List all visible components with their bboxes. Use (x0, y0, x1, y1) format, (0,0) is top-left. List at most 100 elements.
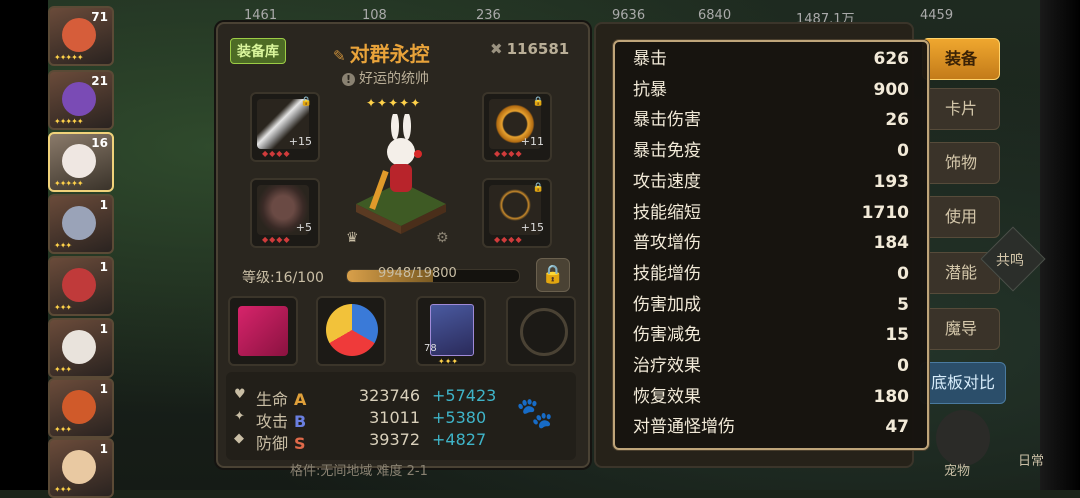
hero-card[interactable]: 71 ✦✦✦✦✦ (48, 6, 114, 66)
hero-card[interactable]: 21 ✦✦✦✦✦ (48, 70, 114, 130)
stat-val: 193 (873, 171, 910, 192)
hero-card[interactable]: 1 ✦✦✦ (48, 438, 114, 498)
stat-value: 323746 (358, 386, 420, 405)
compare-button[interactable]: 底板对比 (920, 362, 1006, 404)
stat-value: 31011 (369, 408, 420, 427)
accessory-slot[interactable] (506, 296, 576, 366)
hero-card[interactable]: 1 ✦✦✦ (48, 378, 114, 438)
stat-val: 180 (873, 386, 910, 407)
hero-list[interactable]: 71 ✦✦✦✦✦ 21 ✦✦✦✦✦ 16 ✦✦✦✦✦ 1 ✦✦✦ 1 ✦✦✦ 1… (48, 0, 118, 498)
daily-label[interactable]: 日常 (1018, 450, 1044, 469)
empty-accessory-icon (520, 308, 568, 356)
quality-dots: ◆◆◆◆ (262, 235, 291, 244)
hero-card-selected[interactable]: 16 ✦✦✦✦✦ (48, 132, 114, 192)
hero-level: 21 (91, 74, 108, 88)
stat-attack: ✦ 攻击 B 31011 +5380 (234, 408, 486, 432)
right-letterbox (1040, 0, 1080, 490)
necklace-slot[interactable]: 🔒 +15 ◆◆◆◆ (482, 178, 552, 248)
stat-row: 技能缩短 1710 (633, 198, 909, 228)
stat-row: 抗暴 900 (633, 75, 909, 105)
lock-icon: 🔒 (532, 97, 544, 107)
stat-val: 0 (897, 141, 909, 162)
hero-name[interactable]: ✎ 对群永控 (333, 38, 430, 67)
stat-key: 普攻增伤 (633, 233, 701, 254)
tab-equipment[interactable]: 装备 (922, 38, 1000, 80)
hero-portrait (62, 268, 96, 302)
crossed-swords-icon: ✖ (490, 40, 503, 58)
sword-icon: ✦ (234, 409, 245, 424)
stat-row: 对普通怪增伤 47 (633, 412, 909, 442)
resource-value: 1461 (244, 8, 278, 23)
hero-portrait (62, 206, 96, 240)
hero-card[interactable]: 1 ✦✦✦ (48, 194, 114, 254)
stage-left-icon[interactable]: ♛ (346, 230, 359, 246)
resource-value: 4459 (920, 8, 954, 23)
tab-use[interactable]: 使用 (922, 196, 1000, 238)
hero-card[interactable]: 1 ✦✦✦ (48, 256, 114, 316)
stat-key: 抗暴 (633, 79, 667, 100)
stat-row: 技能增伤 0 (633, 259, 909, 289)
weapon-slot[interactable]: 🔒 +15 ◆◆◆◆ (250, 92, 320, 162)
resource-value: 6840 (698, 8, 732, 23)
left-letterbox (0, 0, 48, 490)
tab-cards[interactable]: 卡片 (922, 88, 1000, 130)
hero-star-rating: ✦✦✦✦✦ (366, 96, 422, 110)
stat-defense: ◆ 防御 S 39372 +4827 (234, 430, 486, 454)
stat-name: 攻击 (256, 412, 289, 431)
card-slot[interactable]: 78 ✦✦✦ (416, 296, 486, 366)
equipment-library-button[interactable]: 装备库 (230, 38, 286, 64)
enhance-level: +15 (288, 135, 312, 148)
card-stars: ✦✦✦ (438, 357, 459, 366)
hero-card[interactable]: 1 ✦✦✦ (48, 318, 114, 378)
tab-magic[interactable]: 魔导 (922, 308, 1000, 350)
stat-bonus: +4827 (432, 430, 487, 449)
hero-portrait (62, 450, 96, 484)
stat-val: 15 (885, 325, 909, 346)
hero-portrait (62, 390, 96, 424)
enhance-level: +15 (520, 221, 544, 234)
hero-stars: ✦✦✦✦✦ (54, 53, 83, 62)
stat-row: 普攻增伤 184 (633, 228, 909, 258)
stat-val: 184 (873, 233, 910, 254)
stat-key: 技能增伤 (633, 263, 701, 284)
hero-level: 71 (91, 10, 108, 24)
stat-row: 治疗效果 0 (633, 351, 909, 381)
hero-level: 16 (91, 136, 108, 150)
resource-value: 9636 (612, 8, 646, 23)
lock-icon: 🔒 (532, 183, 544, 193)
level-lock-button[interactable]: 🔒 (536, 258, 570, 292)
stat-val: 900 (873, 79, 910, 100)
pet-label[interactable]: 宠物 (944, 460, 970, 479)
skill-slot[interactable] (228, 296, 298, 366)
stat-hp: ♥ 生命 A 323746 +57423 (234, 386, 496, 410)
stat-grade: A (294, 390, 307, 409)
hero-stars: ✦✦✦✦✦ (54, 117, 83, 126)
detailed-stats-popup: 暴击 626 抗暴 900 暴击伤害 26 暴击免疫 0 攻击速度 193 技能缩短 171… (613, 40, 929, 450)
paw-icon[interactable]: 🐾 (516, 396, 553, 431)
stat-val: 0 (897, 263, 909, 284)
hero-level: 1 (99, 382, 108, 396)
rename-pencil-icon[interactable]: ✎ (333, 47, 346, 65)
stat-key: 治疗效果 (633, 356, 701, 376)
ring-slot[interactable]: 🔒 +11 ◆◆◆◆ (482, 92, 552, 162)
info-icon[interactable]: ! (342, 73, 355, 86)
tab-accessories[interactable]: 饰物 (922, 142, 1000, 184)
element-slot[interactable] (316, 296, 386, 366)
stat-key: 攻击速度 (633, 171, 701, 192)
hero-portrait (62, 330, 96, 364)
hero-stars: ✦✦✦ (54, 425, 72, 434)
stat-key: 伤害加成 (633, 294, 701, 315)
stat-row: 暴击 626 (633, 44, 909, 74)
stat-grade: S (294, 434, 306, 453)
stat-row: 伤害加成 5 (633, 290, 909, 320)
stat-key: 暴击免疫 (633, 141, 701, 162)
resonance-label[interactable]: 共鸣 (996, 250, 1024, 270)
resource-value: 236 (476, 8, 501, 23)
stat-key: 伤害减免 (633, 325, 701, 346)
lock-icon: 🔒 (300, 97, 312, 107)
stage-right-icon[interactable]: ⚙ (436, 230, 449, 246)
hero-level: 1 (99, 322, 108, 336)
stat-val: 5 (897, 294, 909, 315)
armor-slot[interactable]: +5 ◆◆◆◆ (250, 178, 320, 248)
pet-button[interactable] (936, 410, 990, 466)
